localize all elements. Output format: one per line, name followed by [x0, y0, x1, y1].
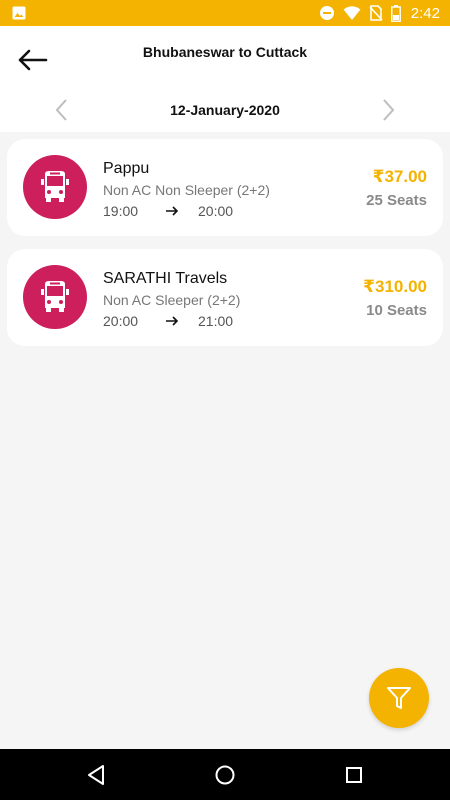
- system-navigation-bar: [0, 749, 450, 800]
- bus-card[interactable]: SARATHI Travels Non AC Sleeper (2+2) 20:…: [7, 249, 443, 346]
- bus-icon: [41, 281, 69, 312]
- nav-home-icon[interactable]: [213, 763, 237, 787]
- status-time: 2:42: [410, 4, 440, 22]
- arrival-time: 20:00: [198, 203, 234, 219]
- battery-icon: [390, 4, 401, 22]
- nav-back-icon[interactable]: [84, 763, 108, 787]
- status-bar: 2:42: [0, 0, 450, 26]
- wifi-icon: [343, 6, 361, 20]
- header: Bhubaneswar to Cuttack 12-January-2020: [0, 26, 450, 132]
- arrow-right-icon: [166, 316, 179, 326]
- bus-type: Non AC Non Sleeper (2+2): [103, 182, 270, 198]
- operator-name: Pappu: [103, 160, 150, 177]
- seats-available: 25 Seats: [366, 192, 427, 209]
- departure-time: 19:00: [103, 203, 139, 219]
- date-selector: 12-January-2020: [0, 96, 450, 126]
- departure-time: 20:00: [103, 313, 139, 329]
- next-date-button[interactable]: [376, 96, 400, 124]
- operator-name: SARATHI Travels: [103, 270, 228, 287]
- filter-button[interactable]: [369, 668, 429, 728]
- bus-card[interactable]: Pappu Non AC Non Sleeper (2+2) 19:00 20:…: [7, 139, 443, 236]
- no-sim-icon: [369, 5, 383, 21]
- nav-recent-apps-icon[interactable]: [342, 763, 366, 787]
- filter-icon: [387, 687, 411, 709]
- do-not-disturb-icon: [319, 6, 334, 20]
- page-title: Bhubaneswar to Cuttack: [142, 44, 308, 60]
- arrow-right-icon: [166, 206, 179, 216]
- bus-avatar: [23, 155, 87, 219]
- fare-price: ₹37.00: [372, 167, 427, 186]
- image-icon: [12, 6, 26, 20]
- bus-type: Non AC Sleeper (2+2): [103, 292, 241, 308]
- arrival-time: 21:00: [198, 313, 234, 329]
- seats-available: 10 Seats: [366, 302, 427, 319]
- chevron-right-icon: [383, 99, 395, 121]
- fare-price: ₹310.00: [363, 277, 427, 296]
- bus-icon: [41, 171, 69, 202]
- bus-avatar: [23, 265, 87, 329]
